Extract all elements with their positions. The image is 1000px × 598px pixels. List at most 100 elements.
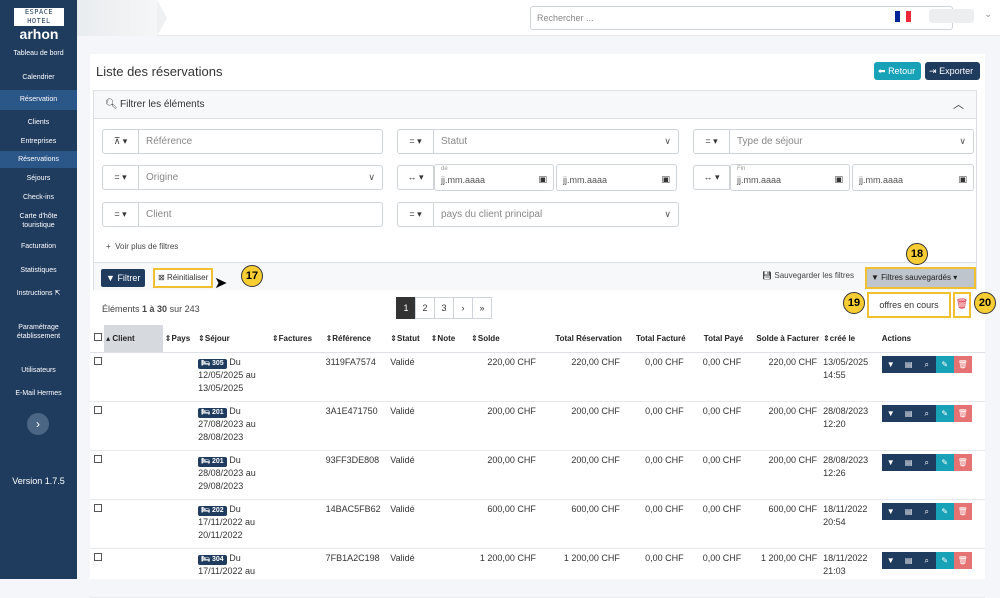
sidebar-item-parametrage[interactable]: Paramétrage établissement [0,323,77,341]
type-sejour-select[interactable]: Type de séjour ∨ [730,129,974,154]
user-menu[interactable] [929,9,974,23]
sidebar-item-tableau-de-bord[interactable]: Tableau de bord [0,49,77,58]
edit-icon[interactable]: ✎ [935,502,954,520]
save-filters-button[interactable]: 💾︎ Sauvegarder les filtres [762,271,854,280]
search-icon[interactable]: ⌕ [917,551,936,569]
calendar-icon[interactable]: ▣ [834,174,843,185]
filter-icon[interactable]: ▼ [881,551,900,569]
col-note[interactable]: ⇕Note [428,325,470,353]
origine-select[interactable]: Origine ∨ [139,165,383,190]
col-reference[interactable]: ⇕Référence [323,325,389,353]
sidebar-item-check-ins[interactable]: Check-ins [0,193,77,202]
date-fin-to-field[interactable]: jj.mm.aaaa ▣ [852,164,974,191]
sidebar-item-reservations[interactable]: Réservations [0,151,77,168]
trash-icon[interactable]: 🗑︎ [953,453,972,471]
edit-icon[interactable]: ✎ [935,551,954,569]
sidebar-item-statistiques[interactable]: Statistiques [0,266,77,275]
row-checkbox[interactable] [90,352,105,402]
search-icon[interactable]: ⌕ [917,453,936,471]
select-all-checkbox[interactable] [90,325,105,353]
calendar-icon[interactable]: ▣ [958,174,967,185]
table-row[interactable]: 🛏︎ 305 Du 12/05/2025 au 13/05/2025 3119FA… [90,352,985,402]
search-icon[interactable]: ⌕ [917,502,936,520]
reference-input[interactable]: Référence [139,129,383,154]
chevron-up-icon[interactable]: ︿ [953,91,964,119]
col-solde[interactable]: ⇕Solde [469,325,540,353]
saved-filters-dropdown[interactable]: ▼ Filtres sauvegardés ▾ [865,267,976,289]
trash-icon[interactable]: 🗑︎ [953,355,972,373]
page-1-button[interactable]: 1 [396,297,416,319]
document-icon[interactable]: ▤ [899,502,918,520]
sidebar-item-sejours[interactable]: Séjours [0,174,77,183]
sejour-cell[interactable]: 🛏︎ 201 Du 27/08/2023 au 28/08/2023 [196,401,270,451]
sidebar-item-entreprises[interactable]: Entreprises [0,137,77,146]
row-checkbox[interactable] [90,450,105,500]
client-input[interactable]: Client [139,202,383,227]
col-client[interactable]: ▴ Client [104,325,163,353]
date-from-field[interactable]: de jj.mm.aaaa ▣ [434,164,554,191]
sidebar-item-instructions[interactable]: Instructions ⇱ [0,289,77,298]
more-filters-link[interactable]: + Voir plus de filtres [106,242,178,251]
chevron-down-icon[interactable]: ⌄ [984,9,992,20]
french-flag-icon[interactable] [895,11,911,22]
edit-icon[interactable]: ✎ [935,355,954,373]
sidebar-item-carte-hote[interactable]: Carte d'hôte touristique [0,212,77,230]
document-icon[interactable]: ▤ [899,355,918,373]
pays-select[interactable]: pays du client principal ∨ [434,202,679,227]
date-fin-from-field[interactable]: Fin jj.mm.aaaa ▣ [730,164,850,191]
col-total-facture[interactable]: Total Facturé [623,325,688,353]
sejour-cell[interactable]: 🛏︎ 201 Du 28/08/2023 au 29/08/2023 [196,450,270,500]
sidebar-item-calendrier[interactable]: Calendrier [0,73,77,82]
filter-icon[interactable]: ▼ [881,404,900,422]
delete-saved-filter-trash-icon[interactable]: 🗑︎ [953,292,971,318]
document-icon[interactable]: ▤ [899,551,918,569]
table-row[interactable]: 🛏︎ 202 Du 17/11/2022 au 20/11/2022 14BAC5… [90,499,985,549]
filter-icon[interactable]: ▼ [881,453,900,471]
table-row[interactable]: 🛏︎ 201 Du 27/08/2023 au 28/08/2023 3A1E47… [90,401,985,451]
edit-icon[interactable]: ✎ [935,404,954,422]
filter-panel-header[interactable]: 🔍︎ Filtrer les éléments ︿ [94,91,976,119]
trash-icon[interactable]: 🗑︎ [953,404,972,422]
filtrer-button[interactable]: ▼ Filtrer [101,269,146,287]
page-3-button[interactable]: 3 [434,297,454,319]
row-checkbox[interactable] [90,499,105,549]
edit-icon[interactable]: ✎ [935,453,954,471]
next-page-button[interactable]: › [453,297,473,319]
sejour-cell[interactable]: 🛏︎ 202 Du 17/11/2022 au 20/11/2022 [196,499,270,549]
exporter-button[interactable]: ⇥ Exporter [925,62,980,80]
search-icon[interactable]: ⌕ [917,404,936,422]
sidebar-item-email-hermes[interactable]: E-Mail Hermes [0,389,77,398]
search-input[interactable]: Rechercher ... [530,6,953,30]
row-checkbox[interactable] [90,401,105,451]
search-icon[interactable]: ⌕ [917,355,936,373]
retour-button[interactable]: ⬅ Retour [874,62,921,80]
operator-select[interactable]: = ▾ [693,129,730,154]
table-row[interactable]: 🛏︎ 304 Du 17/11/2022 au 7FB1A2C198 Validé 1… [90,548,985,598]
statut-select[interactable]: Statut ∨ [434,129,679,154]
col-cree-le[interactable]: ⇕créé le [821,325,880,353]
arhon-logo[interactable]: ESPACE HOTEL arhon [8,8,70,42]
calendar-icon[interactable]: ▣ [538,174,547,185]
document-icon[interactable]: ▤ [899,453,918,471]
operator-select[interactable]: = ▾ [397,202,434,227]
reset-button[interactable]: ⊠ Réinitialiser [153,268,214,288]
last-page-button[interactable]: » [472,297,492,319]
trash-icon[interactable]: 🗑︎ [953,551,972,569]
page-2-button[interactable]: 2 [415,297,435,319]
date-to-field[interactable]: jj.mm.aaaa ▣ [556,164,677,191]
col-total-reservation[interactable]: Total Réservation [539,325,624,353]
calendar-icon[interactable]: ▣ [661,174,670,185]
col-statut[interactable]: ⇕Statut [388,325,429,353]
chevron-right-icon[interactable]: › [27,413,49,435]
filter-icon[interactable]: ▼ [881,502,900,520]
trash-icon[interactable]: 🗑︎ [953,502,972,520]
document-icon[interactable]: ▤ [899,404,918,422]
col-pays[interactable]: ⇕Pays [162,325,197,353]
operator-select[interactable]: ⊼ ▾ [102,129,139,154]
row-checkbox[interactable] [90,548,105,598]
sejour-cell[interactable]: 🛏︎ 305 Du 12/05/2025 au 13/05/2025 [196,352,270,402]
saved-filter-item[interactable]: offres en cours [867,292,951,318]
col-total-paye[interactable]: Total Payé [687,325,746,353]
operator-select[interactable]: ↔ ▾ [397,165,434,190]
sidebar-item-clients[interactable]: Clients [0,118,77,127]
